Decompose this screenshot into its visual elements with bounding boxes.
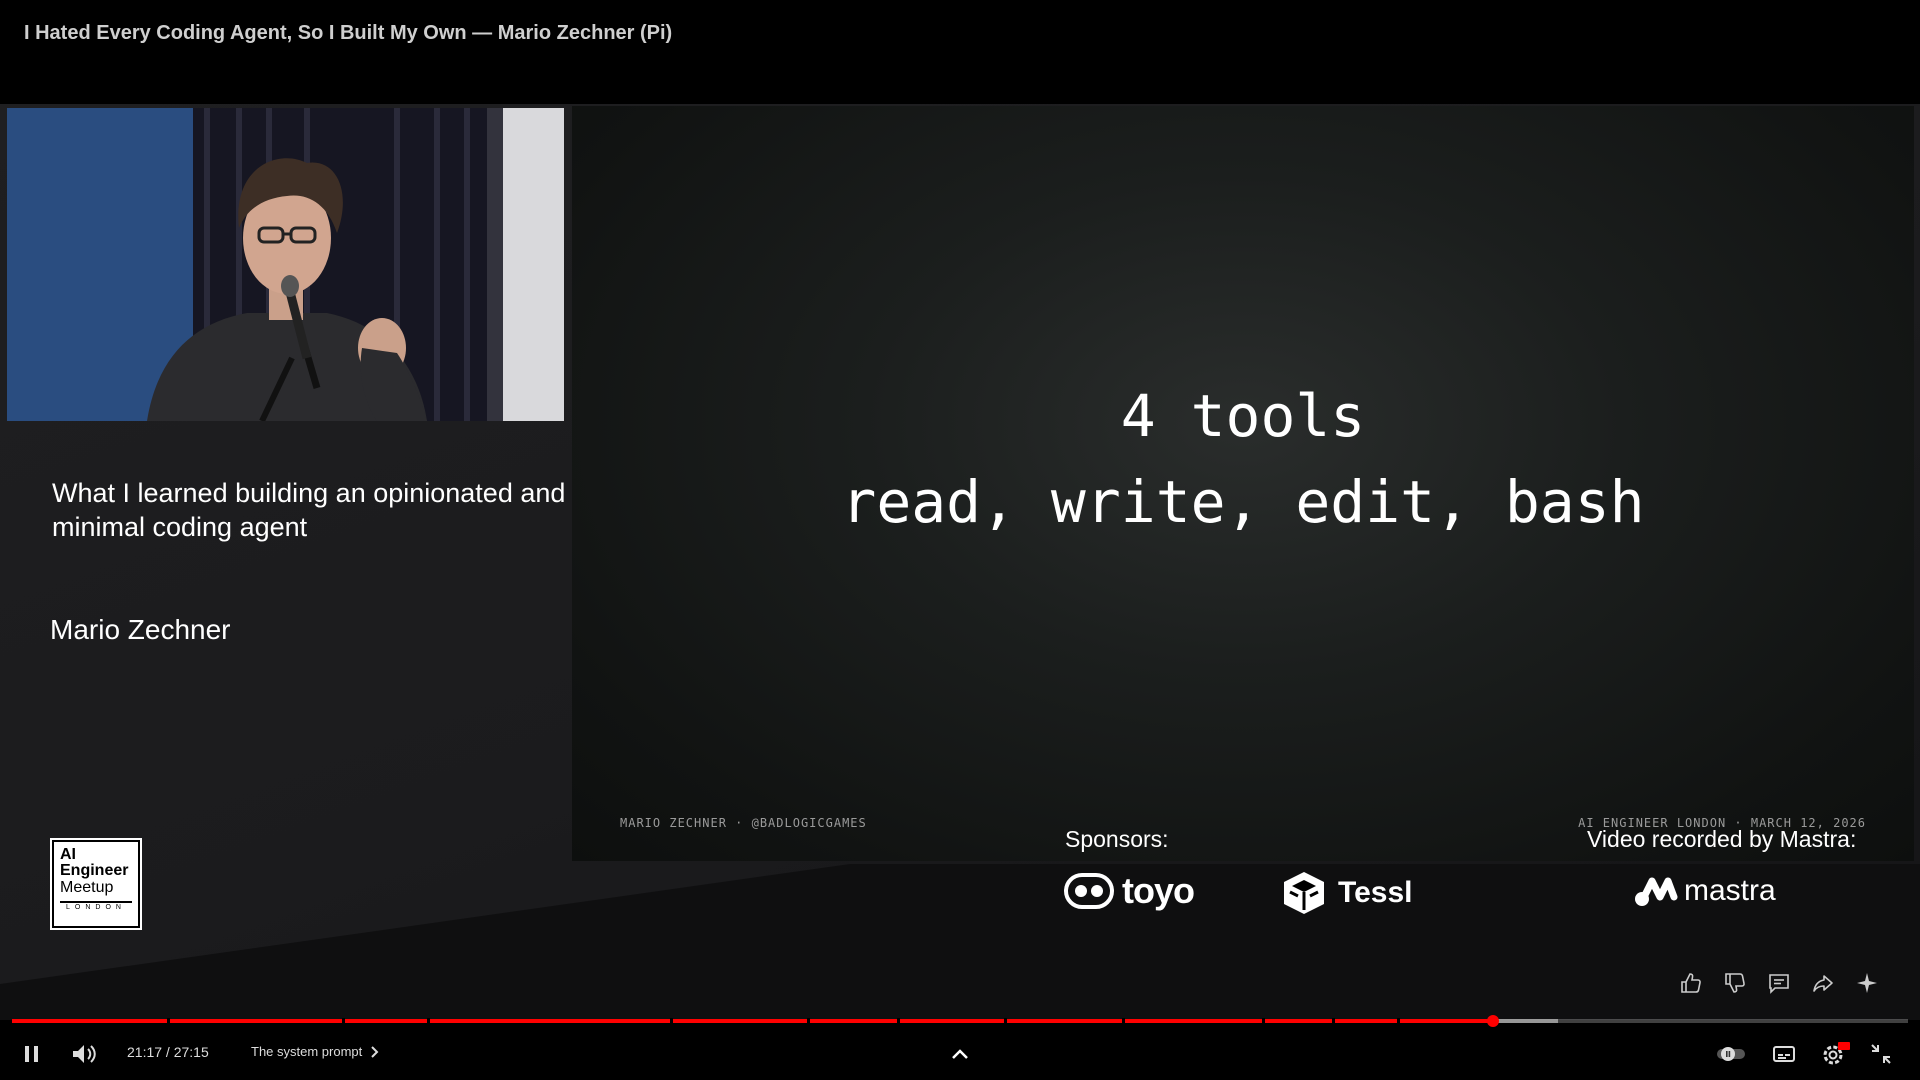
toyo-logo-text: toyo	[1122, 870, 1195, 911]
time-display: 21:17 / 27:15	[127, 1044, 209, 1060]
overlay-actions	[1678, 970, 1880, 996]
volume-icon[interactable]	[70, 1041, 100, 1067]
chapter-marker	[342, 1018, 345, 1024]
chapter-marker	[670, 1018, 673, 1024]
speaker-camera-feed	[7, 108, 564, 421]
chapter-marker	[897, 1018, 900, 1024]
settings-icon[interactable]	[1818, 1040, 1852, 1068]
pause-icon[interactable]	[20, 1042, 44, 1066]
meetup-logo-line2: Engineer	[60, 862, 129, 879]
thumbs-up-icon[interactable]	[1678, 970, 1704, 996]
mastra-mark-icon	[1635, 877, 1678, 906]
chapter-marker	[807, 1018, 810, 1024]
chapter-marker	[1262, 1018, 1265, 1024]
talk-subtitle: What I learned building an opinionated a…	[52, 478, 566, 542]
progress-bar[interactable]	[12, 1015, 1908, 1027]
video-title: I Hated Every Coding Agent, So I Built M…	[24, 22, 673, 44]
progress-played	[12, 1019, 1493, 1023]
slide-tools-line: read, write, edit, bash	[841, 468, 1645, 536]
ai-engineer-meetup-logo: AI Engineer Meetup LONDON	[50, 838, 142, 930]
chapter-marker	[1004, 1018, 1007, 1024]
chevron-up-icon[interactable]	[948, 1042, 972, 1066]
sponsors-label: Sponsors:	[1065, 826, 1169, 852]
player-controls: 21:17 / 27:15 The system prompt	[0, 1030, 1920, 1080]
mastra-logo-text: mastra	[1684, 874, 1776, 907]
chapter-marker	[1397, 1018, 1400, 1024]
meetup-logo-line3: Meetup	[60, 879, 114, 896]
tessl-cube-icon	[1284, 872, 1324, 914]
meetup-logo-line4: LONDON	[60, 901, 132, 911]
mastra-logo: mastra	[1634, 874, 1776, 908]
thumbs-down-icon[interactable]	[1722, 970, 1748, 996]
toyo-mark-icon	[1064, 873, 1114, 909]
tessl-logo-text: Tessl	[1338, 876, 1413, 909]
sparkle-icon[interactable]	[1854, 970, 1880, 996]
captions-icon[interactable]	[1770, 1042, 1798, 1066]
autoplay-toggle-icon[interactable]	[1716, 1044, 1746, 1064]
chapter-title[interactable]: The system prompt	[251, 1044, 362, 1059]
meetup-logo-line1: AI	[60, 846, 76, 863]
toyo-logo: toyo	[1064, 870, 1195, 912]
chapter-marker	[427, 1018, 430, 1024]
progress-scrubber-handle[interactable]	[1486, 1015, 1499, 1027]
chevron-right-icon[interactable]	[370, 1045, 380, 1064]
slide-heading: 4 tools	[1120, 382, 1366, 450]
exit-fullscreen-icon[interactable]	[1868, 1042, 1894, 1066]
comment-icon[interactable]	[1766, 970, 1792, 996]
chapter-marker	[1122, 1018, 1125, 1024]
recorded-by-label: Video recorded by Mastra:	[1587, 826, 1857, 852]
video-frame[interactable]: What I learned building an opinionated a…	[0, 104, 1920, 1020]
presentation-slide: 4 tools read, write, edit, bash MARIO ZE…	[572, 106, 1914, 861]
slide-footer-left: MARIO ZECHNER · @BADLOGICGAMES	[620, 816, 867, 830]
share-icon[interactable]	[1810, 970, 1836, 996]
chapter-marker	[167, 1018, 170, 1024]
speaker-name: Mario Zechner	[50, 614, 231, 645]
chapter-marker	[1332, 1018, 1335, 1024]
tessl-logo: Tessl	[1282, 870, 1413, 916]
